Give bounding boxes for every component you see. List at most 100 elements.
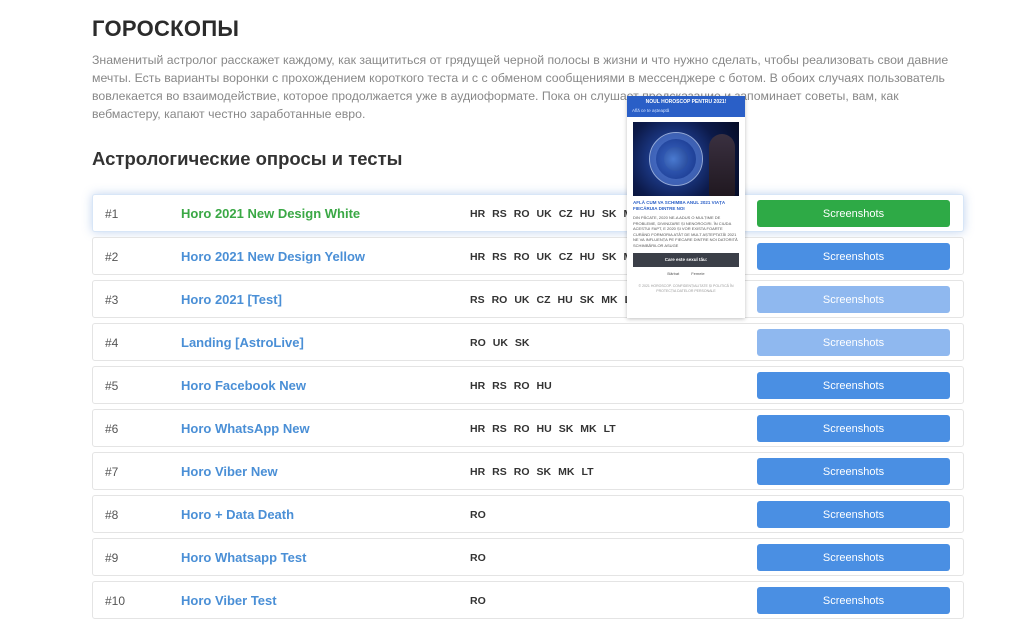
geo-code: RS <box>492 423 507 435</box>
geo-code: HU <box>536 380 552 392</box>
preview-header-subtitle: Află ce te așteaptă <box>632 108 670 113</box>
geo-list: RO <box>470 496 493 534</box>
table-row: #9 Horo Whatsapp Test RO Screenshots <box>92 538 964 576</box>
row-number: #8 <box>105 508 119 522</box>
geo-code: RO <box>470 552 486 564</box>
screenshots-button[interactable]: Screenshots <box>757 372 950 399</box>
preview-header-title: NOUL HOROSCOP PENTRU 2021! <box>645 99 727 105</box>
geo-list: HRRSROUKCZHUSKMK <box>470 238 647 276</box>
geo-code: HR <box>470 208 486 220</box>
screenshots-button[interactable]: Screenshots <box>757 587 950 614</box>
geo-list: HRRSROUKCZHUSKMK <box>470 195 647 233</box>
funnel-name-link[interactable]: Horo Facebook New <box>181 367 306 405</box>
preview-body: DIN PĂCATE, 2020 NE-A ADUS O MULȚIME DE … <box>633 215 738 248</box>
table-row: #10 Horo Viber Test RO Screenshots <box>92 581 964 619</box>
preview-hero-image <box>633 122 739 196</box>
geo-code: UK <box>492 337 508 349</box>
geo-code: UK <box>536 208 552 220</box>
preview-gender-options: Bărbat Femeie <box>633 271 739 276</box>
geo-code: HU <box>536 423 552 435</box>
screenshots-button[interactable]: Screenshots <box>757 286 950 313</box>
geo-code: RO <box>513 208 530 220</box>
geo-code: LT <box>603 423 616 435</box>
table-row: #4 Landing [AstroLive] RO UK SK Screenshots <box>92 323 964 361</box>
geo-list: HR RS RO HU SK MK LT <box>470 410 623 448</box>
screenshots-button[interactable]: Screenshots <box>757 415 950 442</box>
screenshots-button[interactable]: Screenshots <box>757 501 950 528</box>
preview-option-male: Bărbat <box>667 271 680 276</box>
geo-code: RS <box>470 294 485 306</box>
geo-code: SK <box>514 337 530 349</box>
geo-code: SK <box>536 466 552 478</box>
geo-list: RO <box>470 539 493 577</box>
table-row: #1 Horo 2021 New Design White HR RS RO UK CZ HU… <box>92 194 964 232</box>
geo-code: RS <box>492 380 507 392</box>
row-number: #10 <box>105 594 126 608</box>
geo-code: RS <box>492 208 507 220</box>
geo-code: RO <box>470 509 486 521</box>
geo-code: SK <box>601 251 617 263</box>
geo-code: RO <box>513 466 530 478</box>
geo-code: RS <box>492 251 507 263</box>
geo-code: LT <box>581 466 594 478</box>
intro-text: Знаменитый астролог расскажет каждому, к… <box>92 53 949 121</box>
funnel-name-link[interactable]: Horo Viber Test <box>181 582 277 620</box>
row-number: #1 <box>105 207 119 221</box>
screenshots-button[interactable]: Screenshots <box>757 544 950 571</box>
table-row: #3Horo 2021 [Test]RSROUKCZHUSKMKLTScreen… <box>92 280 964 318</box>
funnel-name-link[interactable]: Horo 2021 [Test] <box>181 281 282 319</box>
geo-list: RO <box>470 582 493 620</box>
row-number: #3 <box>105 293 119 307</box>
geo-code: HU <box>579 208 595 220</box>
geo-code: UK <box>514 294 530 306</box>
section-title: Астрологические опросы и тесты <box>92 148 403 169</box>
row-number: #4 <box>105 336 119 350</box>
geo-code: HR <box>470 423 486 435</box>
funnel-name-link[interactable]: Landing [AstroLive] <box>181 324 304 362</box>
funnel-name-link[interactable]: Horo + Data Death <box>181 496 294 534</box>
geo-code: RS <box>492 466 507 478</box>
geo-code: CZ <box>558 208 573 220</box>
geo-code: MK <box>558 466 575 478</box>
geo-code: RO <box>470 337 486 349</box>
geo-code: RO <box>470 595 486 607</box>
funnel-name-link[interactable]: Horo 2021 New Design White <box>181 195 360 233</box>
screenshots-button[interactable]: Screenshots <box>757 200 950 227</box>
row-number: #7 <box>105 465 119 479</box>
table-row: #6 Horo WhatsApp New HR RS RO HU SK MK LT Screens… <box>92 409 964 447</box>
preview-lead: AFLĂ CUM VA SCHIMBA ANUL 2021 VIAȚA FIEC… <box>633 200 725 211</box>
geo-code: RO <box>491 294 508 306</box>
geo-list: RO UK SK <box>470 324 537 362</box>
geo-code: CZ <box>558 251 573 263</box>
screenshots-button[interactable]: Screenshots <box>757 243 950 270</box>
screenshot-preview-popup: NOUL HOROSCOP PENTRU 2021! Află ce te aș… <box>627 96 745 318</box>
preview-cta: Care este sexul tău: <box>633 253 739 267</box>
table-row: #2 Horo 2021 New Design Yellow HR RS RO UK CZ H… <box>92 237 964 275</box>
geo-code: CZ <box>536 294 551 306</box>
screenshots-button[interactable]: Screenshots <box>757 458 950 485</box>
geo-list: HR RS RO SK MK LT <box>470 453 601 491</box>
geo-code: RO <box>513 380 530 392</box>
geo-code: HR <box>470 380 486 392</box>
table-row: #7 Horo Viber New HR RS RO SK MK LT Screenshots <box>92 452 964 490</box>
geo-list: HR RS RO HU <box>470 367 559 405</box>
preview-option-female: Femeie <box>691 271 705 276</box>
row-number: #2 <box>105 250 119 264</box>
geo-code: HU <box>579 251 595 263</box>
preview-footer: © 2021 HOROSCOP. CONFIDENȚIALITATE ȘI PO… <box>638 284 734 293</box>
geo-code: HR <box>470 251 486 263</box>
geo-code: MK <box>580 423 597 435</box>
funnel-name-link[interactable]: Horo WhatsApp New <box>181 410 310 448</box>
screenshots-button[interactable]: Screenshots <box>757 329 950 356</box>
table-row: #5 Horo Facebook New HR RS RO HU Screenshots <box>92 366 964 404</box>
funnel-name-link[interactable]: Horo 2021 New Design Yellow <box>181 238 365 276</box>
geo-code: RO <box>513 423 530 435</box>
geo-code: HR <box>470 466 486 478</box>
geo-code: HU <box>557 294 573 306</box>
funnel-name-link[interactable]: Horo Viber New <box>181 453 278 491</box>
geo-code: SK <box>558 423 574 435</box>
funnel-name-link[interactable]: Horo Whatsapp Test <box>181 539 306 577</box>
astrologer-image <box>709 134 735 196</box>
preview-header: NOUL HOROSCOP PENTRU 2021! Află ce te aș… <box>627 96 745 117</box>
row-number: #5 <box>105 379 119 393</box>
